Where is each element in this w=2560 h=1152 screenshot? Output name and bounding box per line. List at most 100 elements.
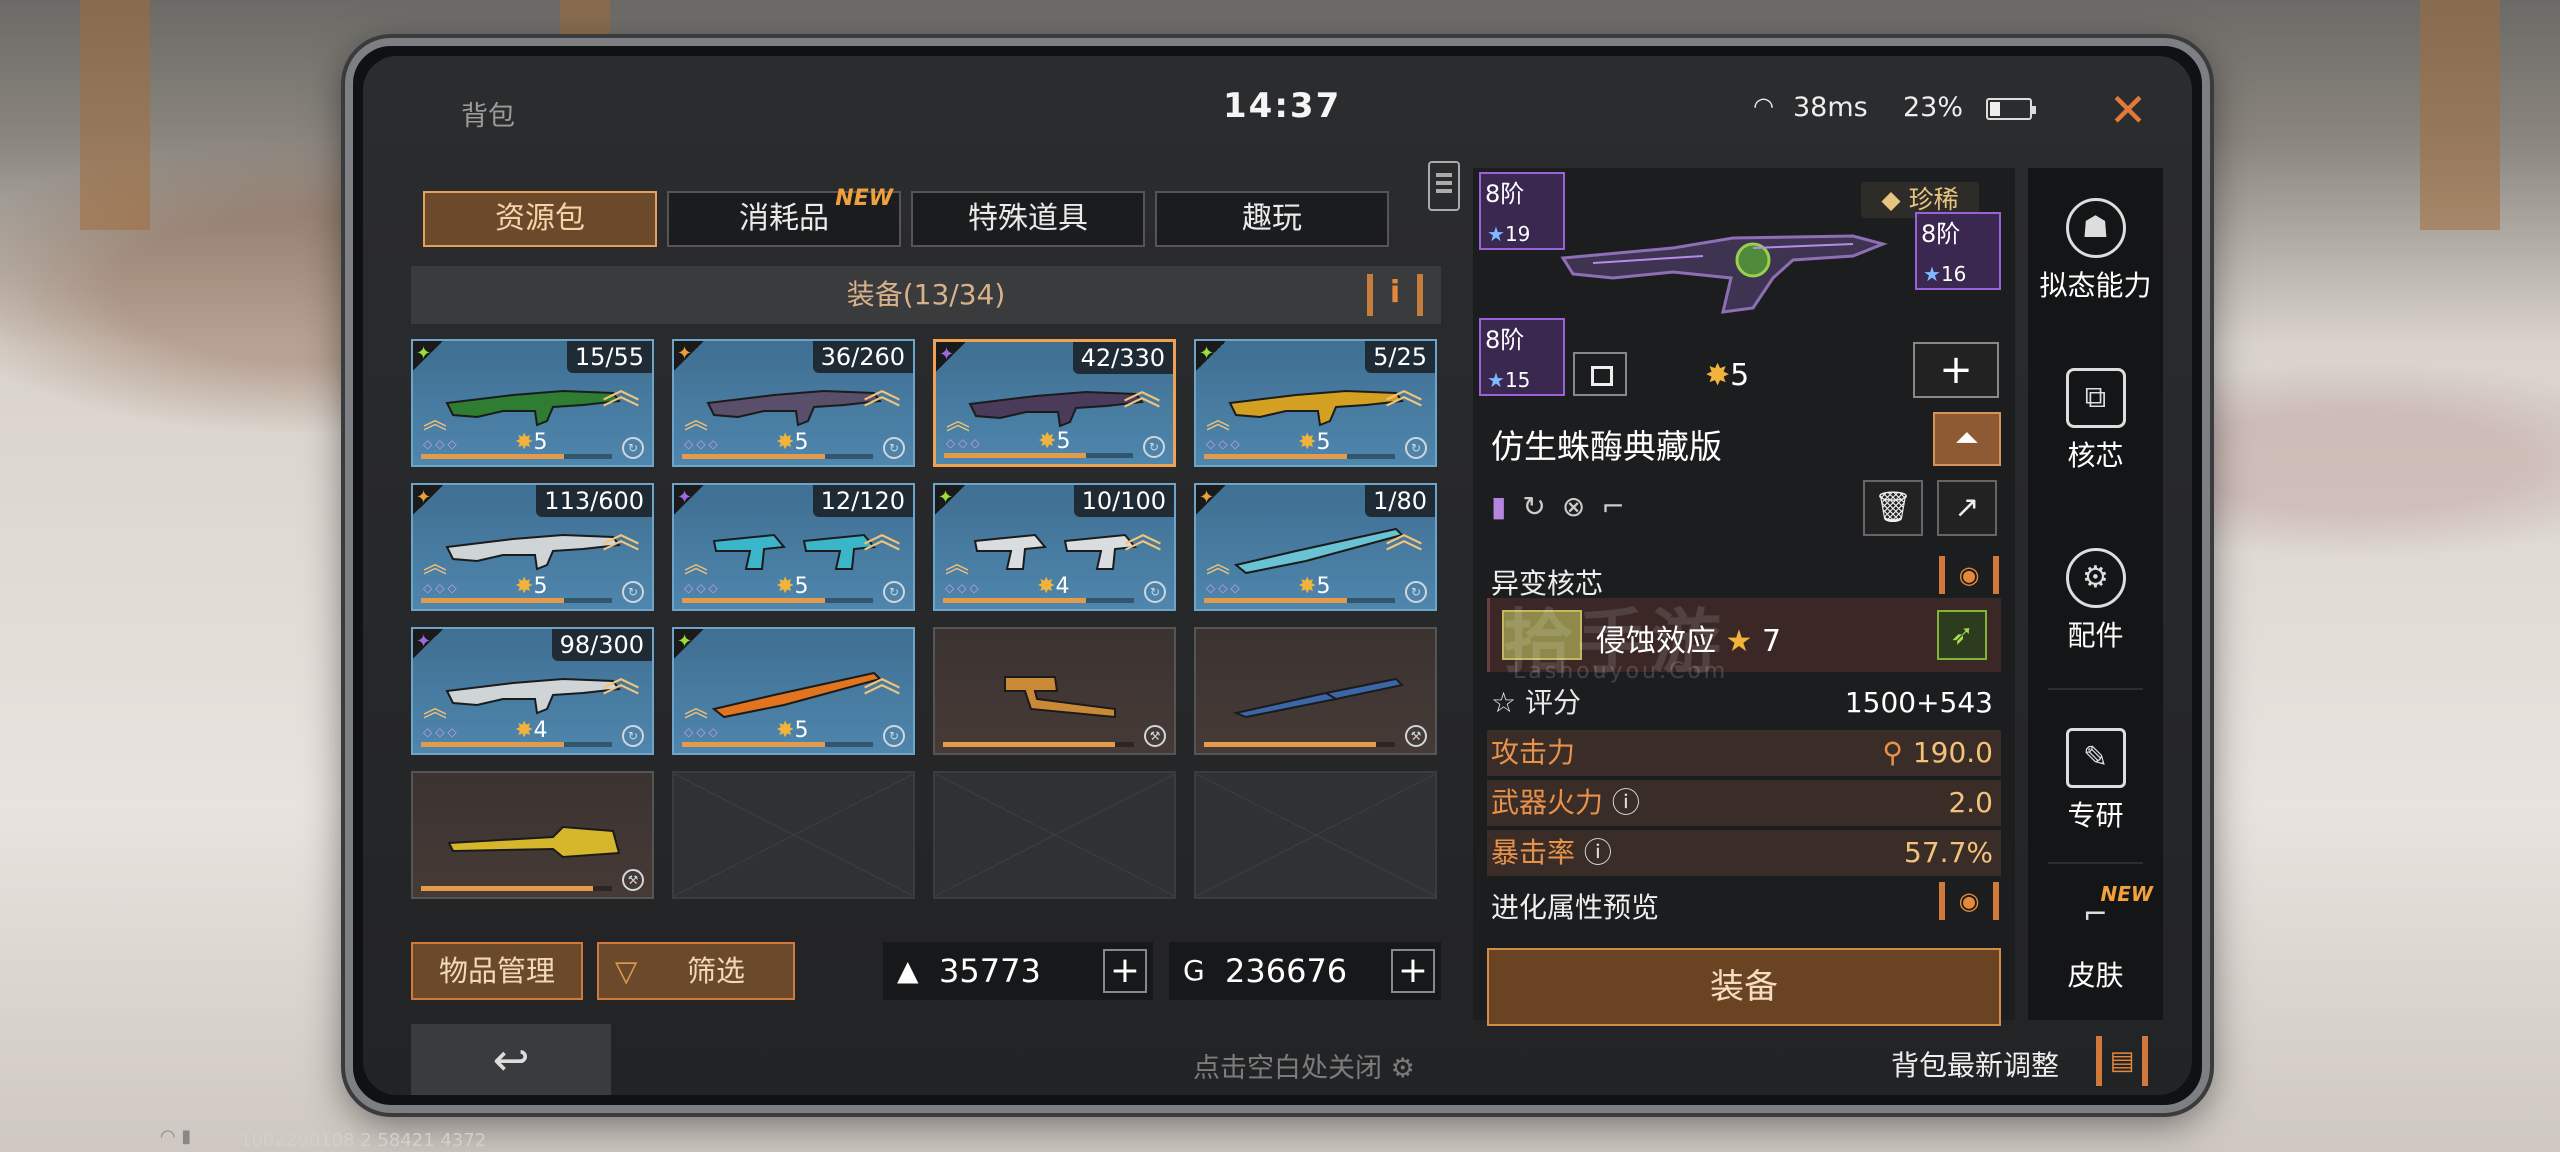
stat-firepower: 武器火力 ⓘ 2.0 bbox=[1487, 780, 2001, 826]
currency-coin: G 236676 + bbox=[1169, 942, 1441, 1000]
item-slot[interactable]: ✦ 42/330 ︽ ︽ ◇◇◇ ✸5 ↻ bbox=[933, 339, 1176, 467]
sidemenu-attachments[interactable]: ⚙ 配件 bbox=[2028, 548, 2163, 654]
coin-icon: G bbox=[1183, 954, 1205, 987]
add-gold-button[interactable]: + bbox=[1103, 949, 1147, 993]
skin-switch-button[interactable]: ⏶ bbox=[1933, 412, 2001, 466]
search-icon[interactable]: ⚲ bbox=[1882, 736, 1903, 769]
item-slot[interactable]: ✦ 36/260 ︽ ︽ ◇◇◇ ✸5 ↻ bbox=[672, 339, 915, 467]
durability-bar bbox=[421, 598, 612, 603]
item-stars: ✸5 bbox=[515, 430, 548, 455]
item-slot[interactable]: ✦ 98/300 ︽ ︽ ◇◇◇ ✸4 ↻ bbox=[411, 627, 654, 755]
sidemenu-research[interactable]: ✎ 专研 bbox=[2028, 728, 2163, 834]
item-image bbox=[445, 389, 621, 427]
item-image bbox=[1232, 677, 1405, 719]
smg-icon: ⌐ bbox=[1601, 490, 1625, 523]
filter-button[interactable]: ▽ 筛选 bbox=[597, 942, 795, 1000]
hammer-tool-icon: ⚒ bbox=[622, 869, 644, 891]
quality-icon: ✦ bbox=[677, 631, 693, 652]
share-button[interactable]: ↗ bbox=[1937, 480, 1997, 536]
durability-bar bbox=[682, 454, 873, 459]
close-icon[interactable]: ✕ bbox=[2109, 83, 2148, 137]
item-slot[interactable]: ⚒ bbox=[1194, 627, 1437, 755]
info-button[interactable]: i bbox=[1367, 274, 1423, 316]
item-image bbox=[445, 677, 621, 715]
stat-label: 武器火力 ⓘ bbox=[1491, 786, 1640, 819]
item-slot[interactable]: ✦ 12/120 ︽ ︽ ◇◇◇ ✸5 ↻ bbox=[672, 483, 915, 611]
quality-icon: ✦ bbox=[416, 487, 432, 508]
item-slot[interactable]: ⚒ bbox=[411, 771, 654, 899]
rank-chevron-icon: ︽ bbox=[423, 694, 447, 722]
sidemenu-mimic[interactable]: ☗ 拟态能力 bbox=[2028, 198, 2163, 304]
durability-bar bbox=[1204, 742, 1395, 747]
dismantle-button[interactable]: 🗑 bbox=[1863, 480, 1923, 536]
tab-special-items[interactable]: 特殊道具 bbox=[911, 191, 1145, 247]
item-stars: ✸5 bbox=[515, 574, 548, 599]
backpack-screen: 背包 14:37 ◠ 38ms 23% ✕ 资源包 消耗品 NEW 特殊道具 趣玩… bbox=[363, 56, 2192, 1095]
upgrade-chevron-icon: ︽ bbox=[601, 656, 640, 700]
attachment-value: ★16 bbox=[1923, 262, 1967, 286]
attachment-slot[interactable]: 8阶 ★15 bbox=[1479, 318, 1565, 396]
sidemenu-core[interactable]: ⧉ 核芯 bbox=[2028, 368, 2163, 474]
durability-bar bbox=[421, 742, 612, 747]
durability-bar bbox=[682, 598, 873, 603]
diamond-icon: ◆ bbox=[1881, 185, 1909, 214]
item-slot[interactable]: ✦ 15/55 ︽ ︽ ◇◇◇ ✸5 ↻ bbox=[411, 339, 654, 467]
item-image bbox=[973, 533, 1137, 570]
upgrade-chevron-icon: ︽ bbox=[862, 656, 901, 700]
info-icon[interactable]: ⓘ bbox=[1612, 786, 1640, 819]
update-notes-button[interactable]: ▤ bbox=[2096, 1036, 2148, 1086]
item-slot[interactable]: ⚒ bbox=[933, 627, 1176, 755]
eye-icon: ◉ bbox=[1958, 561, 1980, 589]
currency-gold: ▲ 35773 + bbox=[883, 942, 1153, 1000]
sidemenu-skin[interactable]: NEW ⌐ 皮肤 bbox=[2028, 882, 2163, 994]
status-bar: 背包 14:37 ◠ 38ms 23% ✕ bbox=[363, 56, 2192, 146]
equipment-section-header: 装备(13/34) i bbox=[411, 266, 1441, 324]
new-badge: NEW bbox=[2100, 882, 2153, 906]
item-image bbox=[1004, 676, 1116, 719]
item-manage-button[interactable]: 物品管理 bbox=[411, 942, 583, 1000]
back-button[interactable]: ↩ bbox=[411, 1024, 611, 1095]
attachment-tier: 8阶 bbox=[1485, 326, 1525, 354]
weapon-preview-image bbox=[1560, 234, 1888, 314]
item-slot[interactable]: ✦ 10/100 ︽ ︽ ◇◇◇ ✸4 ↻ bbox=[933, 483, 1176, 611]
hammer-tool-icon: ⚒ bbox=[1144, 725, 1166, 747]
rank-chevron-icon: ︽ bbox=[423, 550, 447, 578]
item-slot[interactable]: ✦ 1/80 ︽ ︽ ◇◇◇ ✸5 ↻ bbox=[1194, 483, 1437, 611]
item-slot[interactable]: ✦ 5/25 ︽ ︽ ◇◇◇ ✸5 ↻ bbox=[1194, 339, 1437, 467]
rank-chevron-icon: ︽ bbox=[1206, 406, 1230, 434]
rank-chevron-icon: ︽ bbox=[423, 406, 447, 434]
attachment-slot[interactable]: 8阶 ★16 bbox=[1915, 212, 2001, 290]
evolution-preview-button[interactable]: ◉ bbox=[1939, 882, 1999, 920]
sidemenu-label: 专研 bbox=[2067, 799, 2124, 832]
info-icon[interactable]: ⓘ bbox=[1584, 836, 1612, 869]
weapon-name: 仿生蛛酶典藏版 bbox=[1491, 427, 1722, 466]
tab-resource-pack[interactable]: 资源包 bbox=[423, 191, 657, 247]
update-label[interactable]: 背包最新调整 bbox=[1891, 1044, 2059, 1084]
reload-icon: ↻ bbox=[622, 581, 644, 603]
tab-fun[interactable]: 趣玩 bbox=[1155, 191, 1389, 247]
sidemenu-label: 拟态能力 bbox=[2039, 269, 2152, 302]
rank-chevron-icon: ︽ bbox=[684, 406, 708, 434]
crosshair-icon: ⊗ bbox=[1561, 490, 1586, 523]
quality-icon: ✦ bbox=[416, 343, 432, 364]
item-stars: ✸4 bbox=[1037, 574, 1070, 599]
wifi-icon: ◠ bbox=[1753, 92, 1774, 120]
upgrade-chevron-icon: ︽ bbox=[1122, 369, 1161, 413]
item-slot[interactable]: ✦ ︽ ︽ ◇◇◇ ✸5 ↻ bbox=[672, 627, 915, 755]
core-view-button[interactable]: ◉ bbox=[1939, 556, 1999, 594]
upgrade-chevron-icon: ︽ bbox=[601, 512, 640, 556]
close-button[interactable]: ✕ bbox=[2098, 80, 2158, 140]
tab-consumables[interactable]: 消耗品 NEW bbox=[667, 186, 901, 247]
scope-slot[interactable] bbox=[1573, 352, 1627, 396]
add-coin-button[interactable]: + bbox=[1391, 949, 1435, 993]
slot-dots: ◇◇◇ bbox=[945, 581, 982, 595]
attachment-tier: 8阶 bbox=[1485, 180, 1525, 208]
equip-button[interactable]: 装备 bbox=[1487, 948, 2001, 1026]
backpack-capacity-icon[interactable] bbox=[1428, 161, 1460, 211]
add-attachment-button[interactable]: + bbox=[1913, 342, 1999, 398]
item-image bbox=[447, 825, 621, 859]
attachment-slot[interactable]: 8阶 ★19 bbox=[1479, 172, 1565, 250]
item-slot[interactable]: ✦ 113/600 ︽ ︽ ◇◇◇ ✸5 ↻ bbox=[411, 483, 654, 611]
upgrade-chevron-icon: ︽ bbox=[862, 512, 901, 556]
item-stars: ✸4 bbox=[515, 718, 548, 743]
